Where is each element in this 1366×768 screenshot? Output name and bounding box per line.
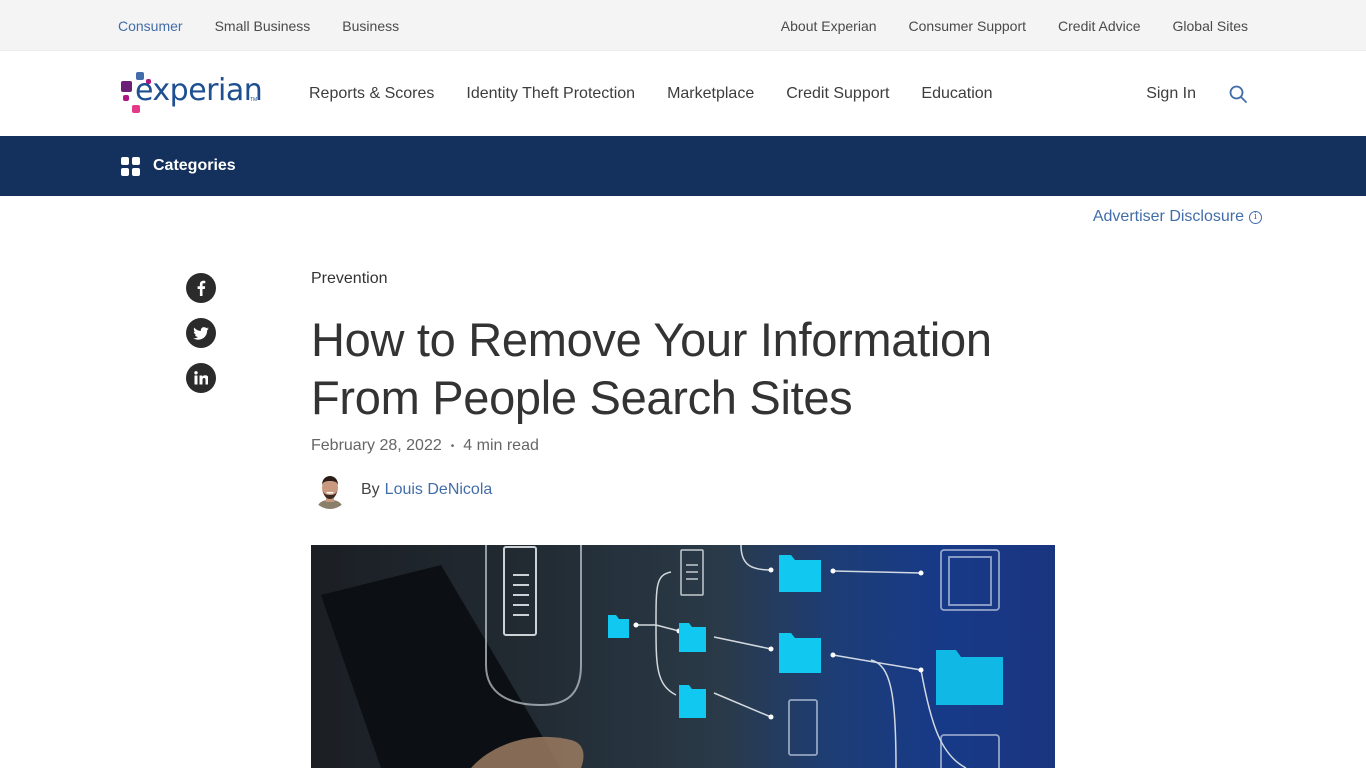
util-link-consumer[interactable]: Consumer — [118, 18, 183, 34]
hero-illustration — [321, 545, 1003, 768]
author-portrait-icon — [311, 471, 349, 509]
facebook-icon — [197, 280, 206, 296]
nav-education[interactable]: Education — [921, 85, 992, 103]
util-link-about-experian[interactable]: About Experian — [781, 18, 877, 34]
byline-prefix: By — [361, 481, 380, 498]
categories-bar: Categories — [0, 136, 1366, 196]
read-time: 4 min read — [463, 437, 539, 454]
meta-separator: • — [450, 440, 455, 452]
utility-nav-left: Consumer Small Business Business — [118, 0, 431, 51]
info-icon: i — [1249, 210, 1262, 224]
nav-reports-scores[interactable]: Reports & Scores — [309, 85, 434, 103]
share-twitter-button[interactable] — [186, 318, 216, 348]
article-category-link[interactable]: Prevention — [311, 270, 388, 292]
article-title: How to Remove Your Information From Peop… — [311, 311, 1056, 427]
article-header: Prevention How to Remove Your Informatio… — [311, 270, 1056, 511]
twitter-icon — [193, 326, 209, 340]
logo-square-purple — [121, 81, 132, 92]
util-link-global-sites[interactable]: Global Sites — [1173, 18, 1248, 34]
logo-wordmark: experian — [135, 73, 263, 108]
header-actions: Sign In — [1146, 51, 1248, 136]
util-link-credit-advice[interactable]: Credit Advice — [1058, 18, 1140, 34]
main-nav: Reports & Scores Identity Theft Protecti… — [309, 51, 1025, 136]
categories-label: Categories — [153, 157, 236, 174]
experian-logo[interactable]: experian TM — [120, 71, 263, 117]
linkedin-icon — [194, 371, 208, 385]
util-link-small-business[interactable]: Small Business — [215, 18, 311, 34]
hero-image — [311, 545, 1055, 768]
article-title-line-1: How to Remove Your Information — [311, 313, 992, 366]
util-link-business[interactable]: Business — [342, 18, 399, 34]
article-title-line-2: From People Search Sites — [311, 371, 853, 424]
logo-square-magenta-mid — [123, 95, 129, 101]
share-facebook-button[interactable] — [186, 273, 216, 303]
byline: By Louis DeNicola — [311, 469, 1056, 511]
nav-credit-support[interactable]: Credit Support — [786, 85, 889, 103]
nav-identity-theft-protection[interactable]: Identity Theft Protection — [466, 85, 635, 103]
nav-marketplace[interactable]: Marketplace — [667, 85, 754, 103]
search-icon — [1229, 85, 1247, 103]
search-button[interactable] — [1228, 84, 1248, 104]
advertiser-disclosure[interactable]: Advertiser Disclosure i — [1093, 208, 1262, 226]
advertiser-disclosure-label: Advertiser Disclosure — [1092, 208, 1244, 225]
util-link-consumer-support[interactable]: Consumer Support — [909, 18, 1027, 34]
sign-in-link[interactable]: Sign In — [1146, 85, 1196, 103]
grid-icon — [121, 156, 140, 176]
utility-bar: Consumer Small Business Business About E… — [0, 0, 1366, 51]
logo-trademark: TM — [250, 97, 258, 103]
article-date: February 28, 2022 — [311, 437, 442, 454]
social-share — [186, 273, 216, 408]
main-header: experian TM Reports & Scores Identity Th… — [0, 51, 1366, 136]
share-linkedin-button[interactable] — [186, 363, 216, 393]
utility-nav-right: About Experian Consumer Support Credit A… — [749, 0, 1248, 51]
author-link[interactable]: Louis DeNicola — [385, 481, 493, 499]
author-avatar — [311, 471, 349, 509]
categories-button[interactable]: Categories — [121, 136, 236, 196]
article-meta: February 28, 2022 • 4 min read — [311, 437, 1056, 455]
